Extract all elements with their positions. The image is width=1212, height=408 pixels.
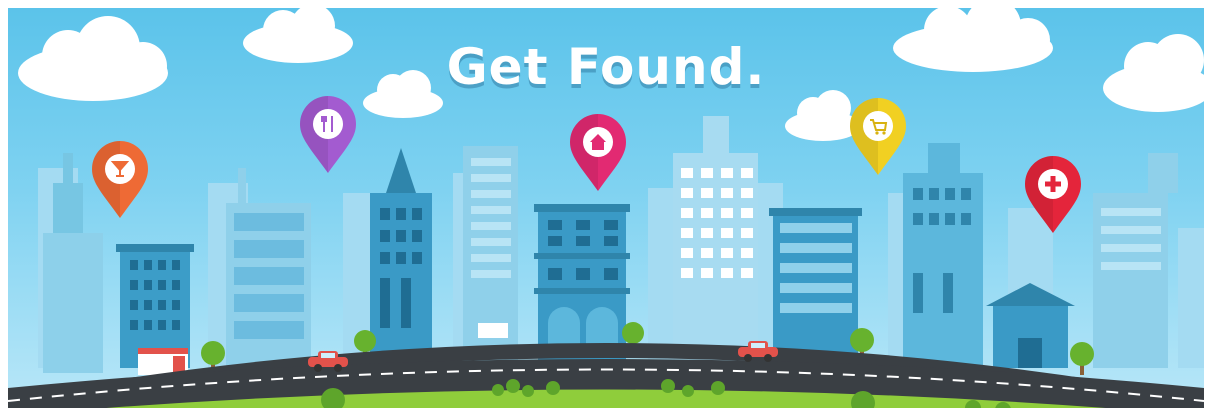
headline: Get Found.	[446, 38, 766, 96]
location-pin	[300, 96, 356, 173]
location-pin	[92, 141, 148, 218]
building	[673, 116, 758, 368]
building	[903, 143, 983, 368]
cloud	[785, 90, 861, 141]
building	[986, 283, 1075, 368]
building	[226, 168, 311, 368]
building	[116, 244, 194, 375]
building	[463, 146, 518, 371]
building	[769, 208, 862, 368]
building	[1093, 153, 1178, 368]
location-pin	[570, 114, 626, 191]
building	[370, 148, 432, 373]
location-pin	[850, 98, 906, 175]
city-banner: Get Found.	[8, 8, 1204, 408]
